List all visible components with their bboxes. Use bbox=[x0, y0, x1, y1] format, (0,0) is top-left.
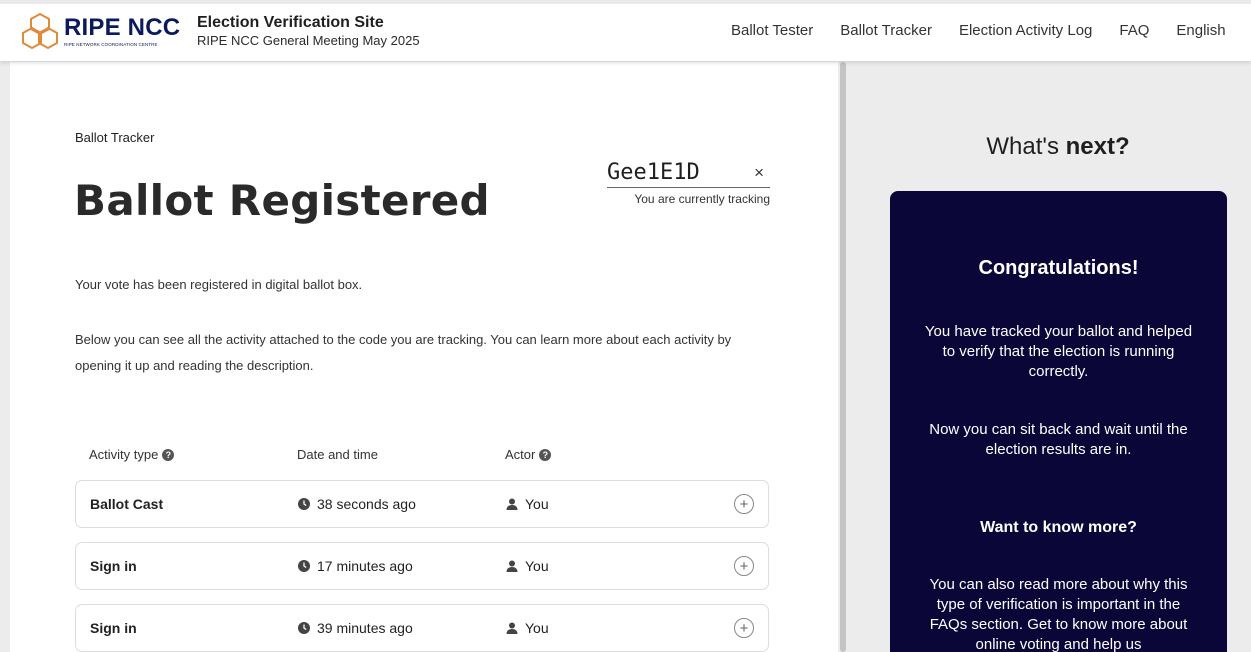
activity-time: 39 minutes ago bbox=[298, 620, 413, 636]
column-activity-type: Activity type ? bbox=[89, 447, 175, 462]
clock-icon bbox=[298, 560, 310, 572]
breadcrumb[interactable]: Ballot Tracker bbox=[75, 130, 154, 145]
logo-title: RIPE NCC bbox=[64, 13, 181, 41]
wait-message: Now you can sit back and wait until the … bbox=[929, 421, 1188, 458]
nav-ballot-tracker[interactable]: Ballot Tracker bbox=[840, 21, 932, 41]
expand-row-button[interactable]: + bbox=[734, 618, 754, 638]
column-actor-label: Actor bbox=[505, 447, 536, 462]
main-scrollbar[interactable] bbox=[840, 62, 846, 652]
tracking-caption: You are currently tracking bbox=[634, 192, 770, 206]
ripe-ncc-logo-icon bbox=[22, 12, 58, 50]
activity-row[interactable]: Sign in 39 minutes ago You + bbox=[75, 604, 769, 652]
nav-election-activity-log[interactable]: Election Activity Log bbox=[959, 21, 1092, 41]
expand-row-button[interactable]: + bbox=[734, 494, 754, 514]
activity-time-text: 39 minutes ago bbox=[317, 620, 413, 636]
main-nav: Ballot Tester Ballot Tracker Election Ac… bbox=[731, 21, 1251, 41]
activity-actor-text: You bbox=[525, 620, 549, 636]
logo-subtitle: RIPE NETWORK COORDINATION CENTRE bbox=[64, 41, 158, 47]
site-title: Election Verification Site RIPE NCC Gene… bbox=[197, 14, 420, 49]
tracked-message: You have tracked your ballot and helped … bbox=[924, 323, 1193, 380]
clear-tracking-button[interactable]: × bbox=[754, 163, 764, 183]
activity-type: Sign in bbox=[90, 558, 137, 574]
user-icon bbox=[506, 560, 518, 572]
site-name: Election Verification Site bbox=[197, 14, 384, 31]
nav-faq[interactable]: FAQ bbox=[1119, 21, 1149, 41]
faq-message: You can also read more about why this ty… bbox=[929, 576, 1188, 652]
help-icon[interactable]: ? bbox=[539, 448, 552, 461]
whats-next-title: What's next? bbox=[848, 133, 1251, 161]
activity-actor-text: You bbox=[525, 496, 549, 512]
column-date-time: Date and time bbox=[297, 447, 378, 462]
activity-actor-text: You bbox=[525, 558, 549, 574]
activity-time-text: 17 minutes ago bbox=[317, 558, 413, 574]
activity-description: Below you can see all the activity attac… bbox=[75, 332, 732, 373]
user-icon bbox=[506, 622, 518, 634]
activity-actor: You bbox=[506, 496, 549, 512]
column-date-time-label: Date and time bbox=[297, 447, 378, 462]
clock-icon bbox=[298, 622, 310, 634]
whats-next-bold: next? bbox=[1065, 133, 1130, 160]
user-icon bbox=[506, 498, 518, 510]
activity-row[interactable]: Sign in 17 minutes ago You + bbox=[75, 542, 769, 590]
activity-row[interactable]: Ballot Cast 38 seconds ago You + bbox=[75, 480, 769, 528]
tracking-code: Gee1E1D bbox=[607, 160, 700, 185]
site-subtitle: RIPE NCC General Meeting May 2025 bbox=[197, 33, 420, 48]
registered-message: Your vote has been registered in digital… bbox=[75, 277, 363, 292]
activity-time-text: 38 seconds ago bbox=[317, 496, 416, 512]
help-icon[interactable]: ? bbox=[162, 448, 175, 461]
expand-row-button[interactable]: + bbox=[734, 556, 754, 576]
header: RIPE NCC RIPE NETWORK COORDINATION CENTR… bbox=[0, 0, 1251, 61]
language-selector[interactable]: English bbox=[1176, 21, 1225, 41]
whats-next-prefix: What's bbox=[986, 133, 1066, 160]
page-title: Ballot Registered bbox=[74, 176, 490, 225]
activity-time: 17 minutes ago bbox=[298, 558, 413, 574]
activity-type: Sign in bbox=[90, 620, 137, 636]
know-more-heading: Want to know more? bbox=[980, 519, 1137, 536]
congratulations-heading: Congratulations! bbox=[978, 257, 1139, 279]
ripe-ncc-logo[interactable]: RIPE NCC RIPE NETWORK COORDINATION CENTR… bbox=[20, 11, 180, 51]
whats-next-card: Congratulations! You have tracked your b… bbox=[890, 191, 1227, 652]
activity-actor: You bbox=[506, 558, 549, 574]
activity-type: Ballot Cast bbox=[90, 496, 164, 512]
activity-time: 38 seconds ago bbox=[298, 496, 416, 512]
column-actor: Actor ? bbox=[505, 447, 552, 462]
activity-actor: You bbox=[506, 620, 549, 636]
clock-icon bbox=[298, 498, 310, 510]
activity-table-header: Activity type ? Date and time Actor ? bbox=[75, 447, 769, 467]
column-activity-type-label: Activity type bbox=[89, 447, 159, 462]
main-panel: Ballot Tracker Ballot Registered Gee1E1D… bbox=[10, 62, 838, 652]
tracking-code-box: Gee1E1D × You are currently tracking bbox=[607, 160, 770, 206]
nav-ballot-tester[interactable]: Ballot Tester bbox=[731, 21, 813, 41]
